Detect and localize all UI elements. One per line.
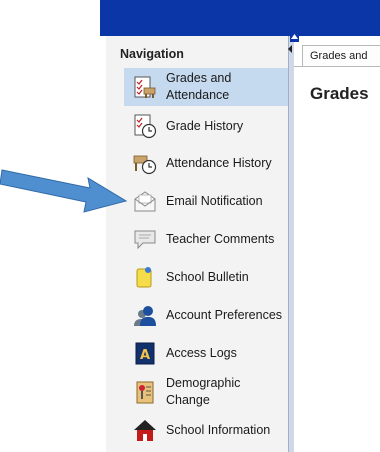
tab-underline	[294, 66, 380, 67]
page-title: Grades	[310, 84, 369, 103]
nav-item-grades-and-attendance[interactable]: Grades and Attendance	[124, 68, 288, 106]
school-bulletin-icon	[136, 267, 152, 288]
nav-label: Grades and	[166, 71, 232, 85]
nav-label: School Bulletin	[166, 269, 249, 284]
nav-item-school-bulletin[interactable]: School Bulletin	[124, 261, 288, 293]
nav-label-line2: Change	[166, 393, 210, 407]
account-preferences-icon	[134, 306, 156, 326]
nav-label: Attendance History	[166, 155, 272, 170]
nav-label: School Information	[166, 422, 271, 437]
navigation-title: Navigation	[120, 47, 184, 61]
collapse-left-icon[interactable]	[286, 44, 294, 54]
nav-label: Access Logs	[166, 345, 237, 360]
nav-label-line2: Attendance	[166, 88, 230, 102]
tab-grades-and-attendance[interactable]: Grades and	[302, 45, 380, 67]
nav-item-demographic-change[interactable]: Demographic Change	[124, 373, 288, 411]
nav-label: Grade History	[166, 118, 244, 133]
nav-item-attendance-history[interactable]: Attendance History	[124, 147, 288, 179]
nav-label: Teacher Comments	[166, 231, 275, 246]
email-notification-icon	[134, 191, 156, 212]
svg-text:A: A	[140, 348, 150, 363]
nav-item-email-notification[interactable]: Email Notification	[124, 185, 288, 217]
panel-splitter[interactable]	[288, 36, 294, 452]
nav-item-teacher-comments[interactable]: Teacher Comments	[124, 223, 288, 255]
grades-attendance-icon	[134, 76, 156, 98]
access-logs-icon: A	[135, 342, 155, 365]
collapse-up-icon[interactable]	[290, 32, 299, 42]
nav-item-account-preferences[interactable]: Account Preferences	[124, 299, 288, 331]
school-information-icon	[134, 420, 156, 441]
nav-label: Demographic	[166, 376, 241, 390]
nav-label: Account Preferences	[166, 307, 283, 322]
header-bar	[100, 0, 380, 36]
nav-item-grade-history[interactable]: Grade History	[124, 110, 288, 142]
demographic-change-icon	[136, 381, 154, 404]
grade-history-icon	[134, 114, 157, 139]
attendance-history-icon	[133, 155, 157, 175]
nav-label: Email Notification	[166, 193, 263, 208]
nav-item-access-logs[interactable]: A Access Logs	[124, 337, 288, 369]
annotation-arrow-icon	[0, 169, 128, 213]
teacher-comments-icon	[134, 230, 156, 250]
nav-item-school-information[interactable]: School Information	[124, 414, 288, 446]
